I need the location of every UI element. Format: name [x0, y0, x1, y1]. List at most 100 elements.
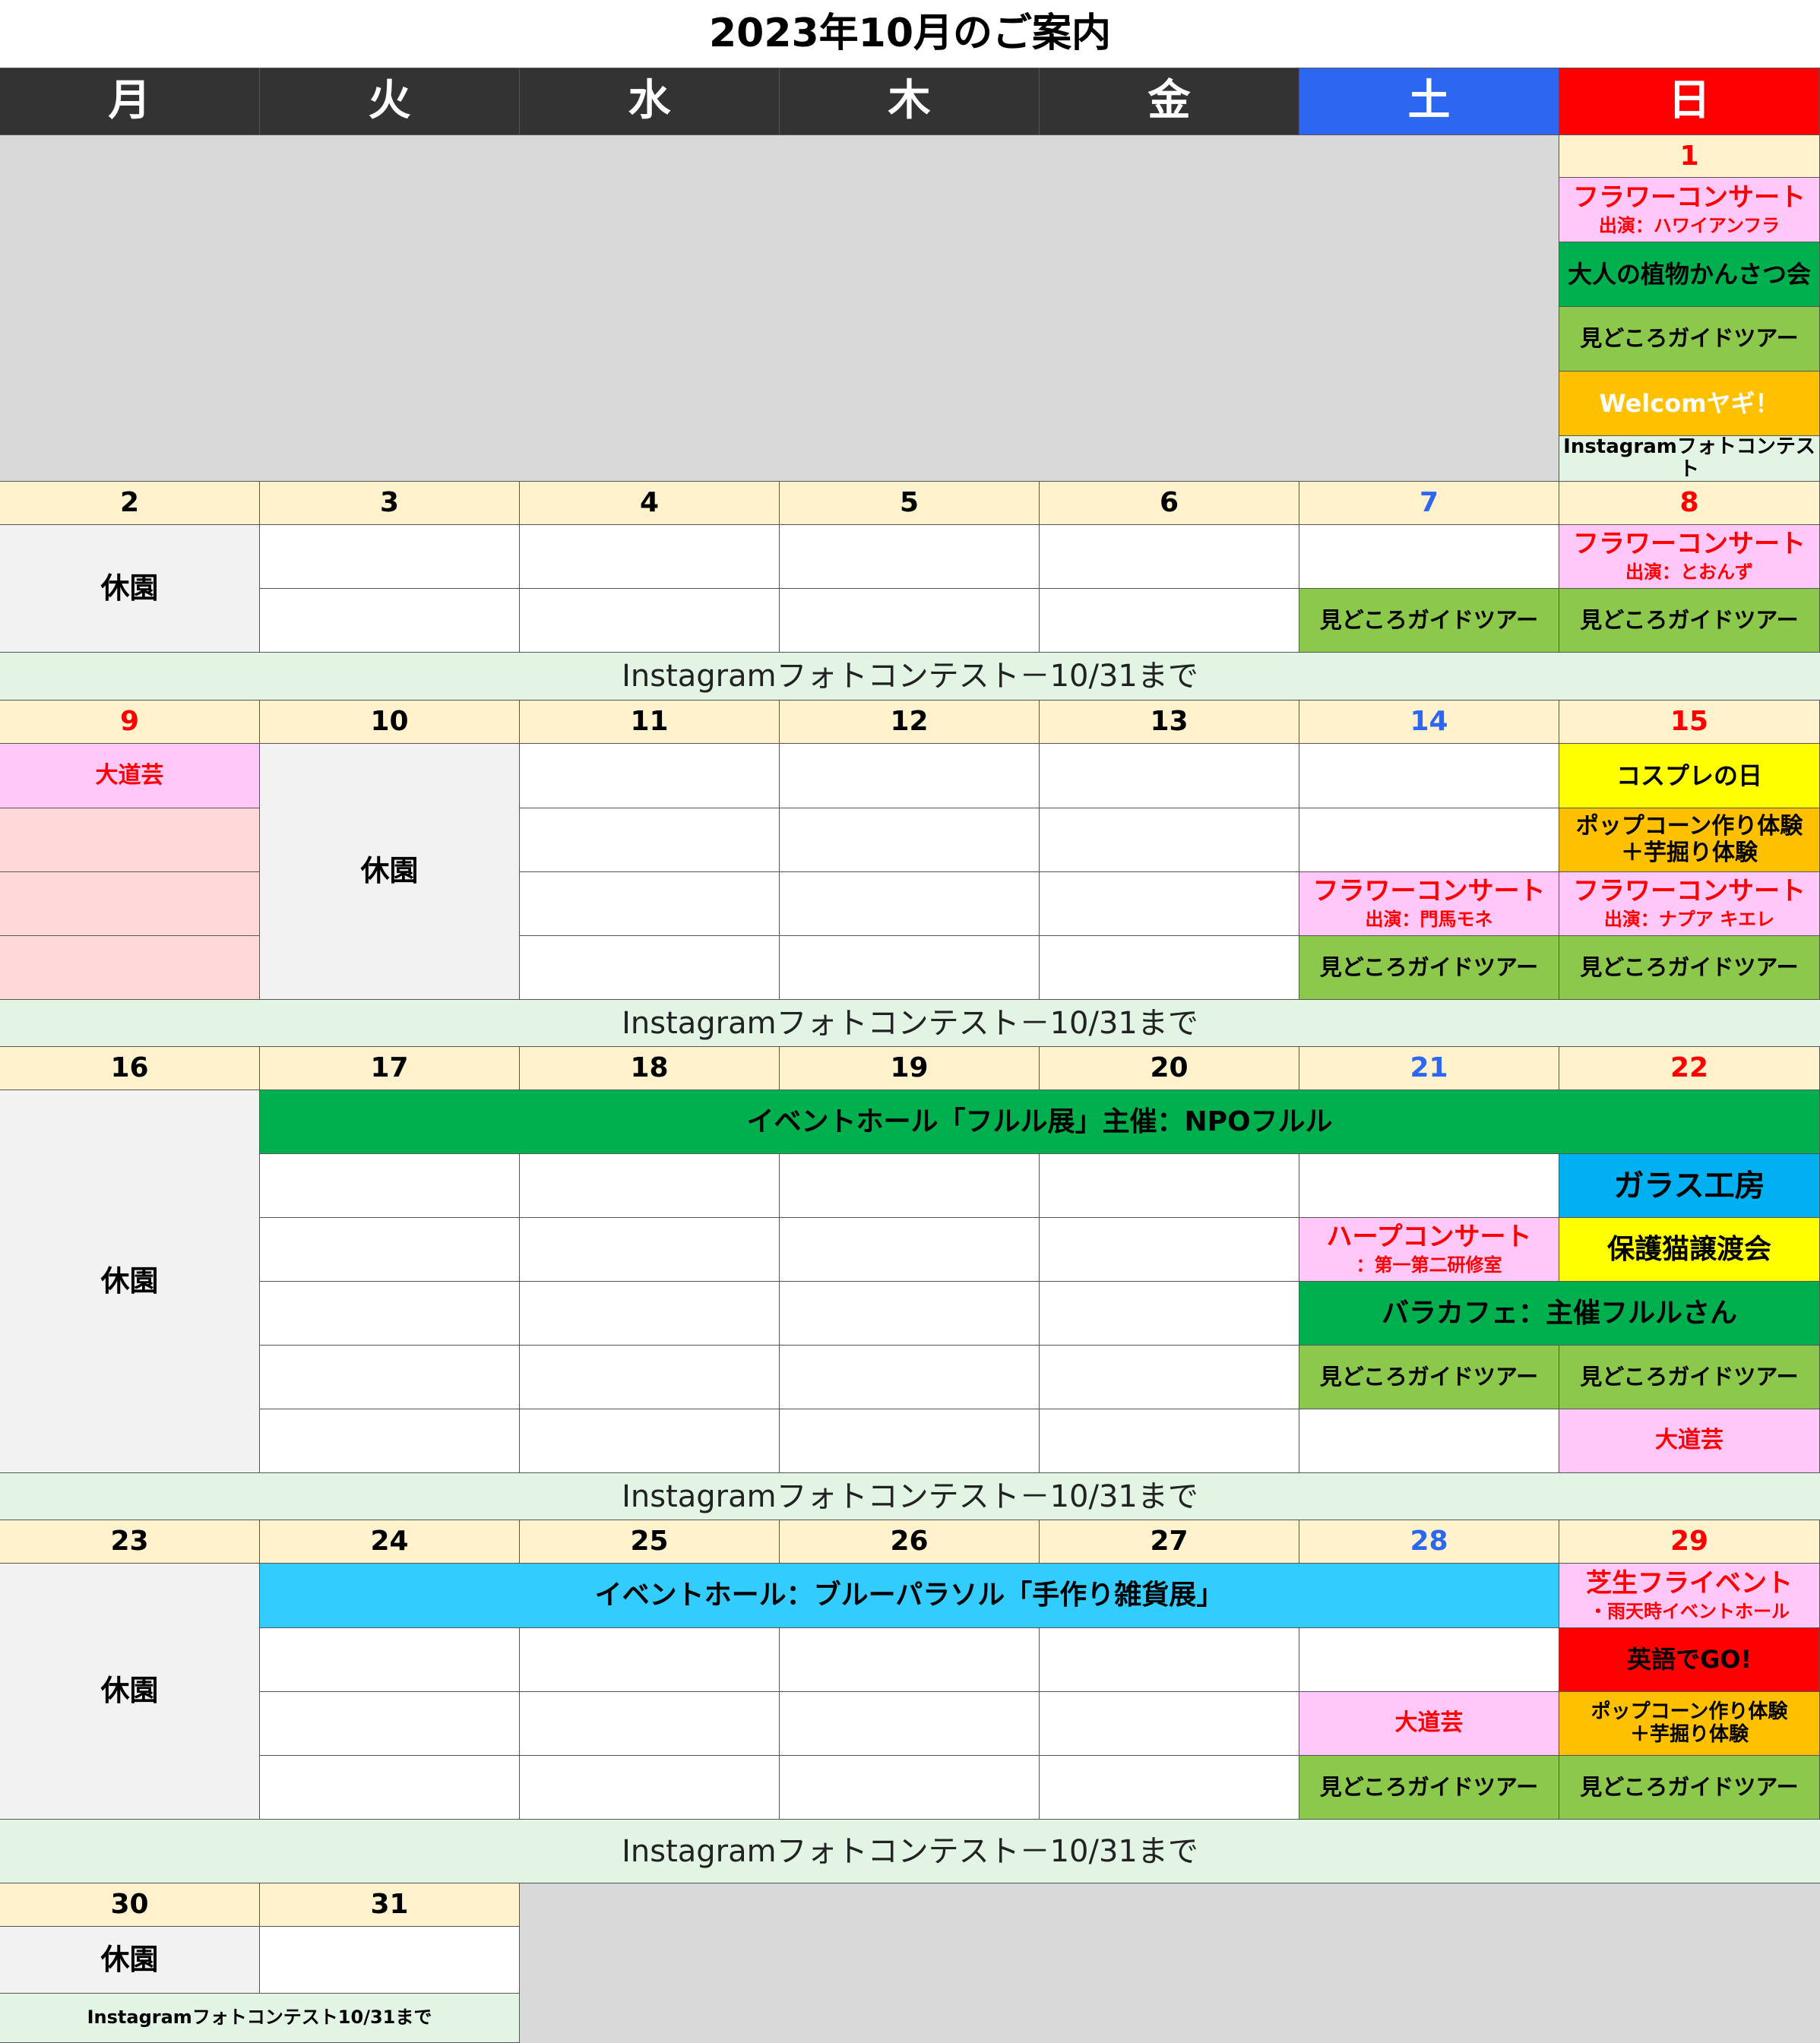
- empty-slot: [780, 1218, 1040, 1282]
- empty-slot: [780, 744, 1040, 808]
- empty-slot: [260, 1282, 520, 1346]
- date-31: 31: [260, 1883, 520, 1927]
- date-24: 24: [260, 1520, 520, 1564]
- weekday-mon: 月: [0, 68, 260, 135]
- empty-slot: [520, 1409, 780, 1473]
- date-5: 5: [780, 482, 1040, 525]
- empty-slot: [1299, 1409, 1559, 1473]
- event-cat-adoption: 保護猫譲渡会: [1559, 1218, 1820, 1282]
- photo-contest-band: Instagramフォトコンテスト－10/31まで: [0, 653, 1820, 701]
- empty-slot: [260, 1756, 520, 1820]
- date-18: 18: [520, 1047, 780, 1090]
- date-28: 28: [1299, 1520, 1559, 1564]
- date-27: 27: [1040, 1520, 1299, 1564]
- empty-slot: [260, 1628, 520, 1692]
- empty-slot: [1040, 1154, 1299, 1218]
- event-title: ポップコーン作り体験: [1591, 1700, 1788, 1723]
- event-harp-concert: ハープコンサート ：第一第二研修室: [1299, 1218, 1559, 1282]
- event-guide-tour: 見どころガイドツアー: [1559, 589, 1820, 653]
- empty-slot: [520, 1756, 780, 1820]
- date-7: 7: [1299, 482, 1559, 525]
- empty-slot: [1040, 936, 1299, 1000]
- empty-slot: [1040, 872, 1299, 936]
- event-street-performance: 大道芸: [1299, 1692, 1559, 1756]
- weekday-thu: 木: [780, 68, 1040, 135]
- weekday-sun: 日: [1559, 68, 1820, 135]
- empty-slot: [520, 808, 780, 872]
- empty-slot: [0, 936, 260, 1000]
- event-english-go: 英語でGO!: [1559, 1628, 1820, 1692]
- empty-slot: [1040, 1628, 1299, 1692]
- empty-slot: [1040, 1409, 1299, 1473]
- event-note: ・雨天時イベントホール: [1589, 1600, 1790, 1622]
- empty-slot: [780, 525, 1040, 589]
- empty-slot: [260, 1218, 520, 1282]
- weekday-wed: 水: [520, 68, 780, 135]
- date-15: 15: [1559, 701, 1820, 744]
- event-subtitle: ＋芋掘り体験: [1629, 1722, 1749, 1746]
- empty-slot: [1299, 1154, 1559, 1218]
- empty-slot: [780, 1692, 1040, 1756]
- event-guide-tour: 見どころガイドツアー: [1299, 1756, 1559, 1820]
- date-29: 29: [1559, 1520, 1820, 1564]
- date-2: 2: [0, 482, 260, 525]
- empty-slot: [1040, 1346, 1299, 1409]
- event-title: ハープコンサート: [1326, 1222, 1532, 1253]
- empty-slot: [0, 872, 260, 936]
- weekday-tue: 火: [260, 68, 520, 135]
- empty-slot: [260, 1154, 520, 1218]
- event-title: フラワーコンサート: [1573, 182, 1806, 213]
- empty-slot: [1040, 808, 1299, 872]
- date-11: 11: [520, 701, 780, 744]
- date-20: 20: [1040, 1047, 1299, 1090]
- empty-slot: [780, 1756, 1040, 1820]
- date-8: 8: [1559, 482, 1820, 525]
- closed-label: 休園: [0, 1564, 260, 1820]
- closed-label: 休園: [0, 1090, 260, 1473]
- event-subtitle: ＋芋掘り体験: [1621, 839, 1758, 866]
- empty-slot: [260, 525, 520, 589]
- event-flower-concert: フラワーコンサート 出演：ハワイアンフラ: [1559, 178, 1820, 242]
- empty-slot: [1040, 1756, 1299, 1820]
- empty-slot: [1299, 744, 1559, 808]
- event-performer: 出演：ナプア キエレ: [1603, 909, 1775, 931]
- photo-contest-band: Instagramフォトコンテスト－10/31まで: [0, 1000, 1820, 1047]
- empty-slot: [780, 589, 1040, 653]
- empty-slot: [520, 589, 780, 653]
- event-glass-studio: ガラス工房: [1559, 1154, 1820, 1218]
- date-13: 13: [1040, 701, 1299, 744]
- event-guide-tour: 見どころガイドツアー: [1559, 1756, 1820, 1820]
- empty-slot: [1299, 1628, 1559, 1692]
- date-26: 26: [780, 1520, 1040, 1564]
- photo-contest-band: Instagramフォトコンテスト－10/31まで: [0, 1473, 1820, 1520]
- event-guide-tour: 見どころガイドツアー: [1559, 936, 1820, 1000]
- event-flower-concert: フラワーコンサート 出演：ナプア キエレ: [1559, 872, 1820, 936]
- empty-area: [520, 1883, 1820, 2043]
- event-guide-tour: 見どころガイドツアー: [1559, 1346, 1820, 1409]
- empty-slot: [1040, 1218, 1299, 1282]
- photo-contest-note: Instagramフォトコンテスト10/31まで: [0, 1994, 520, 2043]
- page-title: 2023年10月のご案内: [0, 0, 1820, 68]
- empty-slot: [0, 808, 260, 872]
- event-performer: 出演：ハワイアンフラ: [1598, 214, 1780, 236]
- photo-contest-band: Instagramフォトコンテスト－10/31まで: [0, 1820, 1820, 1883]
- date-9: 9: [0, 701, 260, 744]
- empty-slot: [780, 1282, 1040, 1346]
- closed-label: 休園: [0, 525, 260, 653]
- event-venue: ：第一第二研修室: [1356, 1254, 1502, 1276]
- empty-slot: [1299, 525, 1559, 589]
- event-street-performance: 大道芸: [0, 744, 260, 808]
- date-19: 19: [780, 1047, 1040, 1090]
- closed-label: 休園: [0, 1927, 260, 1994]
- weekday-sat: 土: [1299, 68, 1559, 135]
- event-plant-observation: 大人の植物かんさつ会: [1559, 242, 1820, 307]
- date-4: 4: [520, 482, 780, 525]
- empty-slot: [780, 872, 1040, 936]
- date-30: 30: [0, 1883, 260, 1927]
- empty-slot: [520, 1154, 780, 1218]
- event-performer: 出演：門馬モネ: [1365, 909, 1493, 931]
- empty-slot: [520, 1346, 780, 1409]
- empty-slot: [780, 1346, 1040, 1409]
- date-6: 6: [1040, 482, 1299, 525]
- event-hall-exhibition: イベントホール「フルル展」主催：NPOフルル: [260, 1090, 1820, 1154]
